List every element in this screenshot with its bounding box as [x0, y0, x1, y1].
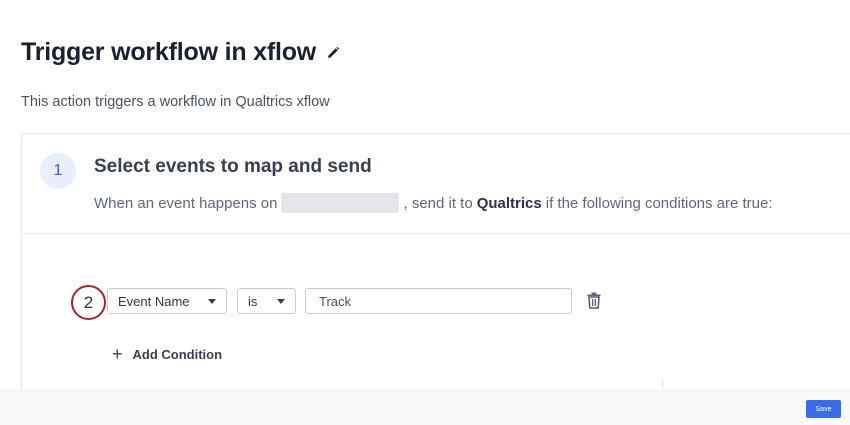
caret-down-icon: [208, 299, 216, 304]
pencil-icon[interactable]: [326, 46, 340, 60]
step-number-badge: 1: [40, 153, 76, 189]
desc-middle: , send it to: [403, 194, 473, 212]
step-card: 1 Select events to map and send When an …: [21, 133, 850, 425]
step-header: 1 Select events to map and send When an …: [22, 134, 850, 234]
plus-icon: +: [112, 344, 123, 364]
condition-value-input[interactable]: [305, 288, 572, 314]
event-field-value: Event Name: [118, 293, 190, 309]
destination-name: Qualtrics: [476, 194, 542, 212]
footer-bar: [0, 390, 850, 425]
annotation-marker: 2: [71, 285, 106, 320]
step-description: When an event happens on , send it to Qu…: [94, 193, 773, 213]
desc-prefix: When an event happens on: [94, 194, 278, 212]
page-subtitle: This action triggers a workflow in Qualt…: [21, 94, 330, 110]
add-condition-button[interactable]: + Add Condition: [112, 345, 222, 363]
operator-select[interactable]: is: [237, 288, 296, 314]
desc-suffix: if the following conditions are true:: [545, 194, 773, 212]
step-title: Select events to map and send: [94, 156, 372, 177]
operator-value: is: [248, 293, 258, 309]
save-button[interactable]: Save: [806, 400, 841, 418]
title-row: Trigger workflow in xflow: [21, 38, 340, 67]
page-title: Trigger workflow in xflow: [21, 38, 317, 66]
caret-down-icon: [277, 299, 285, 304]
trash-icon[interactable]: [586, 292, 602, 309]
redacted-source-name: [281, 193, 400, 213]
event-field-select[interactable]: Event Name: [107, 288, 227, 314]
add-condition-label: Add Condition: [132, 346, 223, 362]
